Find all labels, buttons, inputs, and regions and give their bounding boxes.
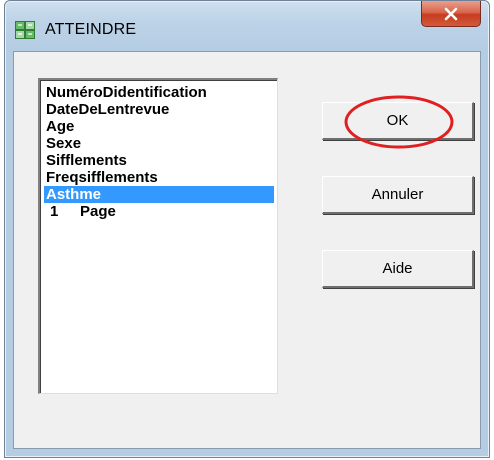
window-title: ATTEINDRE [45,21,137,38]
dialog-body: NuméroDidentification DateDeLentrevue Ag… [13,51,481,449]
list-item-sexe[interactable]: Sexe [44,135,274,152]
close-icon [444,7,458,20]
ok-button[interactable]: OK [322,102,474,140]
cancel-button[interactable]: Annuler [322,176,474,214]
dialog-window: ATTEINDRE NuméroDidentification DateDeLe… [4,0,490,458]
list-item-page[interactable]: 1 Page [44,203,274,220]
list-item-age[interactable]: Age [44,118,274,135]
sas-logo-icon [15,21,35,39]
list-item-freqsifflements[interactable]: Freqsifflements [44,169,274,186]
page-label: Page [80,203,116,220]
help-button[interactable]: Aide [322,250,474,288]
variable-list: NuméroDidentification DateDeLentrevue Ag… [44,84,274,220]
close-button[interactable] [421,1,481,27]
list-item-numero-didentification[interactable]: NuméroDidentification [44,84,274,101]
page-number: 1 [50,203,59,220]
list-item-sifflements[interactable]: Sifflements [44,152,274,169]
variable-listbox[interactable]: NuméroDidentification DateDeLentrevue Ag… [38,78,278,394]
list-item-date-de-lentrevue[interactable]: DateDeLentrevue [44,101,274,118]
title-bar[interactable]: ATTEINDRE [5,1,489,49]
list-item-asthme[interactable]: Asthme [44,186,274,203]
